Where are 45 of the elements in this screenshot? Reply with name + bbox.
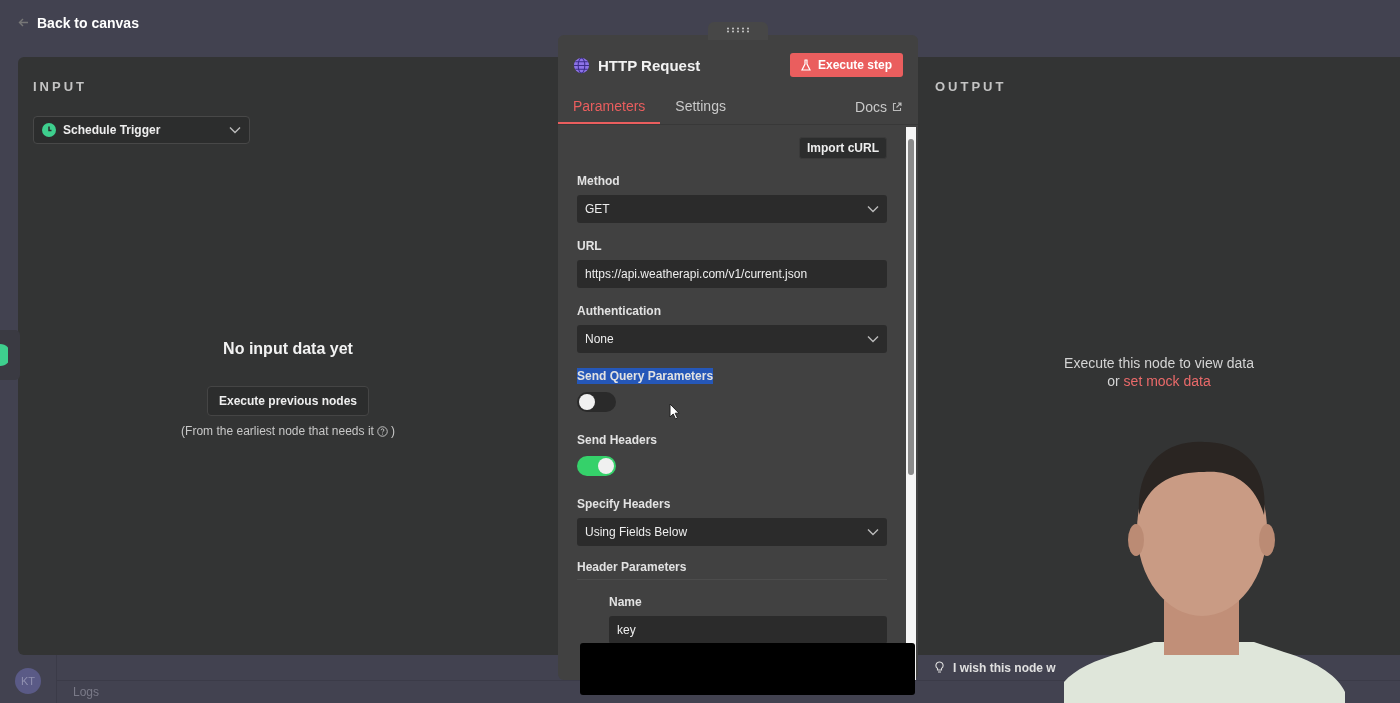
flask-icon (800, 59, 811, 71)
field-label: Name (609, 594, 642, 610)
chevron-down-icon (867, 335, 879, 343)
lightbulb-icon (935, 661, 944, 674)
source-select[interactable]: Schedule Trigger (33, 116, 250, 144)
toggle-switch[interactable] (577, 456, 616, 476)
input-field[interactable]: key (609, 616, 887, 644)
panel-heading: OUTPUT (935, 79, 1008, 94)
select-field[interactable]: None (577, 325, 887, 353)
panel-tab[interactable]: Settings (660, 98, 741, 124)
node-title: HTTP Request (598, 56, 702, 74)
chevron-down-icon (229, 126, 241, 134)
field-label: Specify Headers (577, 496, 671, 512)
globe-icon (573, 56, 590, 74)
cursor-icon (669, 403, 680, 420)
drag-handle[interactable] (708, 22, 768, 40)
set-mock-data-link[interactable]: set mock data (1123, 373, 1211, 389)
field-label: Send Headers (577, 432, 658, 448)
clock-icon (42, 123, 56, 137)
field-label: Send Query Parameters (577, 368, 714, 384)
arrow-left-icon (18, 18, 29, 27)
select-field[interactable]: Using Fields Below (577, 518, 887, 546)
hint-text: (From the earliest node that needs it (181, 424, 374, 438)
import-curl-button[interactable]: Import cURL (799, 137, 887, 159)
scrollbar[interactable] (906, 127, 916, 680)
hint-close-paren: ) (390, 424, 395, 438)
empty-state-title: No input data yet (223, 340, 353, 358)
field-label: URL (577, 238, 602, 254)
feedback-hint[interactable]: I wish this node w (953, 660, 1056, 675)
panel-heading: INPUT (33, 79, 88, 94)
node-handle[interactable] (0, 330, 20, 380)
back-link[interactable]: Back to canvas (37, 14, 139, 31)
docs-link[interactable]: Docs (855, 99, 902, 115)
toggle-switch[interactable] (577, 392, 616, 412)
execute-previous-button[interactable]: Execute previous nodes (206, 386, 369, 416)
section-title: Header Parameters (577, 560, 887, 580)
chevron-down-icon (867, 205, 879, 213)
field-label: Authentication (577, 303, 661, 319)
chevron-down-icon (867, 528, 879, 536)
select-field[interactable]: GET (577, 195, 887, 223)
field-label: Method (577, 173, 620, 189)
external-link-icon (892, 102, 902, 112)
help-icon[interactable] (376, 425, 388, 437)
empty-output-message: Execute this node to view data or set mock data (1063, 354, 1255, 390)
input-field[interactable]: https://api.weatherapi.com/v1/current.json (577, 260, 887, 288)
